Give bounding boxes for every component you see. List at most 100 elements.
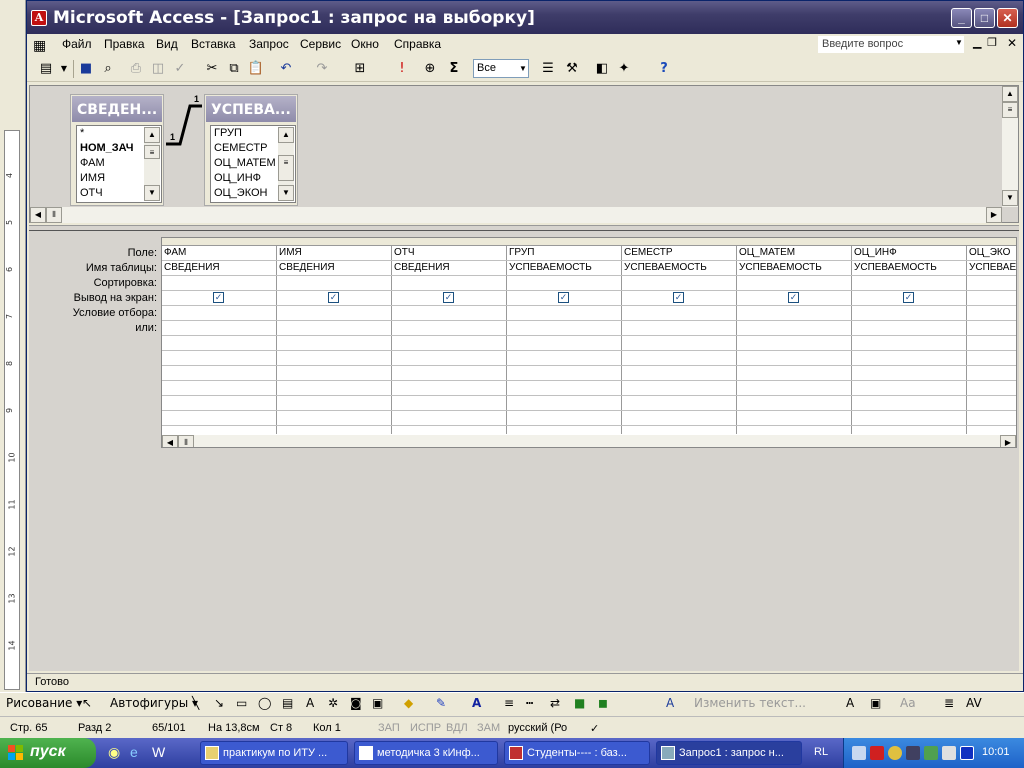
chevron-right-icon[interactable]: ▶ (986, 207, 1002, 223)
or-cell[interactable] (277, 321, 392, 336)
or-cell[interactable] (852, 351, 967, 366)
field-item[interactable]: ОЦ_МАТЕМ (214, 157, 276, 169)
maximize-button[interactable]: □ (974, 8, 995, 28)
line-style-icon[interactable]: ≡ (504, 696, 514, 710)
or-cell[interactable] (967, 366, 1016, 381)
antivirus-icon[interactable] (870, 746, 884, 760)
field-list-scrollbar[interactable]: ▲ ≡ ▼ (144, 127, 160, 201)
database-window-icon[interactable]: ◧ (593, 60, 611, 78)
criteria-cell[interactable] (162, 306, 277, 321)
task-button[interactable]: методичка 3 кИнф... (354, 741, 498, 765)
field-item[interactable]: СЕМЕСТР (214, 142, 267, 154)
show-table-icon[interactable]: ⊕ (421, 60, 439, 78)
or-cell[interactable] (622, 366, 737, 381)
scroll-thumb[interactable]: ≡ (278, 155, 294, 181)
column-selector[interactable] (622, 238, 737, 246)
diagram-icon[interactable]: ✲ (328, 696, 338, 710)
chevron-down-icon[interactable]: ▼ (517, 59, 529, 78)
or-cell[interactable] (162, 351, 277, 366)
menu-file[interactable]: Файл (62, 37, 92, 51)
show-cell[interactable]: ✓ (392, 291, 507, 306)
or-cell[interactable] (967, 381, 1016, 396)
arrow-icon[interactable]: ↘ (214, 696, 224, 710)
grid-column[interactable]: ГРУП УСПЕВАЕМОСТЬ ✓ (507, 238, 622, 434)
chevron-up-icon[interactable]: ▲ (144, 127, 160, 143)
chevron-down-icon[interactable]: ▼ (144, 185, 160, 201)
view-icon[interactable]: ▤ (37, 60, 55, 78)
or-cell[interactable] (507, 366, 622, 381)
or-cell[interactable] (967, 351, 1016, 366)
criteria-cell[interactable] (737, 306, 852, 321)
language-bar[interactable]: RL (814, 746, 828, 758)
task-button[interactable]: Студенты---- : баз... (504, 741, 650, 765)
or-cell[interactable] (392, 351, 507, 366)
or-cell[interactable] (277, 366, 392, 381)
menu-help[interactable]: Справка (394, 37, 441, 51)
show-checkbox[interactable]: ✓ (788, 292, 799, 303)
build-icon[interactable]: ⚒ (563, 60, 581, 78)
spelling-icon[interactable]: ✓ (171, 60, 189, 78)
table-pane-vscroll[interactable]: ▲ ≡ ▼ (1002, 86, 1018, 207)
or-cell[interactable] (852, 366, 967, 381)
show-checkbox[interactable]: ✓ (903, 292, 914, 303)
new-object-icon[interactable]: ✦ (615, 60, 633, 78)
field-item-key[interactable]: НОМ_ЗАЧ (80, 142, 134, 154)
draw-menu[interactable]: Рисование ▾ (6, 696, 82, 710)
grid-column[interactable]: СЕМЕСТР УСПЕВАЕМОСТЬ ✓ (622, 238, 737, 434)
field-item[interactable]: ОЦ_ИНФ (214, 172, 261, 184)
or-cell[interactable] (277, 336, 392, 351)
line-color-icon[interactable]: ✎ (436, 696, 446, 710)
or-cell[interactable] (622, 411, 737, 426)
show-checkbox[interactable]: ✓ (328, 292, 339, 303)
spellcheck-icon[interactable]: ✓ (590, 722, 599, 735)
grid-hscroll[interactable]: ◀ ⦀ ▶ (162, 435, 1016, 447)
sort-cell[interactable] (852, 276, 967, 291)
show-checkbox[interactable]: ✓ (443, 292, 454, 303)
doc-minimize-icon[interactable]: ▁ (973, 36, 981, 49)
or-cell[interactable] (507, 351, 622, 366)
criteria-cell[interactable] (852, 306, 967, 321)
preview-icon[interactable]: ◫ (149, 60, 167, 78)
chevron-down-icon[interactable]: ▼ (1002, 190, 1018, 206)
field-cell[interactable]: ОЦ_ЭКО (967, 246, 1016, 261)
format-icon[interactable]: ▣ (870, 696, 881, 710)
or-cell[interactable] (277, 381, 392, 396)
start-button[interactable]: пуск (0, 738, 96, 768)
or-cell[interactable] (737, 366, 852, 381)
show-cell[interactable]: ✓ (622, 291, 737, 306)
media-icon[interactable] (960, 746, 974, 760)
quicklaunch-outlook-icon[interactable]: ◉ (108, 744, 120, 761)
sort-cell[interactable] (967, 276, 1016, 291)
align-icon[interactable]: ≣ (944, 696, 954, 710)
doc-close-icon[interactable]: ✕ (1007, 36, 1017, 50)
or-cell[interactable] (162, 366, 277, 381)
field-cell[interactable]: ОЦ_ИНФ (852, 246, 967, 261)
criteria-cell[interactable] (392, 306, 507, 321)
show-cell[interactable]: ✓ (737, 291, 852, 306)
show-checkbox[interactable]: ✓ (558, 292, 569, 303)
wordart-tool-icon[interactable]: A (666, 696, 674, 710)
or-cell[interactable] (737, 351, 852, 366)
search-icon[interactable]: ⌕ (99, 60, 117, 78)
field-cell[interactable]: ИМЯ (277, 246, 392, 261)
field-cell[interactable]: ГРУП (507, 246, 622, 261)
query-design-grid[interactable]: ФАМ СВЕДЕНИЯ ✓ ИМЯ СВЕДЕНИЯ ✓ ОТЧ СВЕДЕНИЯ ✓ ГРУП… (161, 237, 1017, 448)
or-cell[interactable] (737, 396, 852, 411)
doc-restore-icon[interactable]: ❐ (987, 36, 997, 49)
or-cell[interactable] (392, 411, 507, 426)
table-title[interactable]: УСПЕВА... (206, 96, 296, 122)
table-pane-hscroll[interactable]: ◀ ⦀ ▶ (30, 207, 1002, 223)
or-cell[interactable] (507, 321, 622, 336)
save-icon[interactable]: ■ (77, 60, 95, 78)
or-cell[interactable] (852, 321, 967, 336)
or-cell[interactable] (737, 411, 852, 426)
show-checkbox[interactable]: ✓ (673, 292, 684, 303)
show-cell[interactable]: ✓ (852, 291, 967, 306)
menu-query[interactable]: Запрос (249, 37, 289, 51)
table-svedeniya[interactable]: СВЕДЕН... * НОМ_ЗАЧ ФАМ ИМЯ ОТЧ ▲ ≡ ▼ (70, 94, 164, 206)
criteria-cell[interactable] (622, 306, 737, 321)
column-selector[interactable] (967, 238, 1016, 246)
arrow-style-icon[interactable]: ⇄ (550, 696, 560, 710)
extend-indicator[interactable]: ВДЛ (446, 722, 468, 734)
field-list[interactable]: ГРУП СЕМЕСТР ОЦ_МАТЕМ ОЦ_ИНФ ОЦ_ЭКОН ▲ ≡… (210, 125, 296, 203)
